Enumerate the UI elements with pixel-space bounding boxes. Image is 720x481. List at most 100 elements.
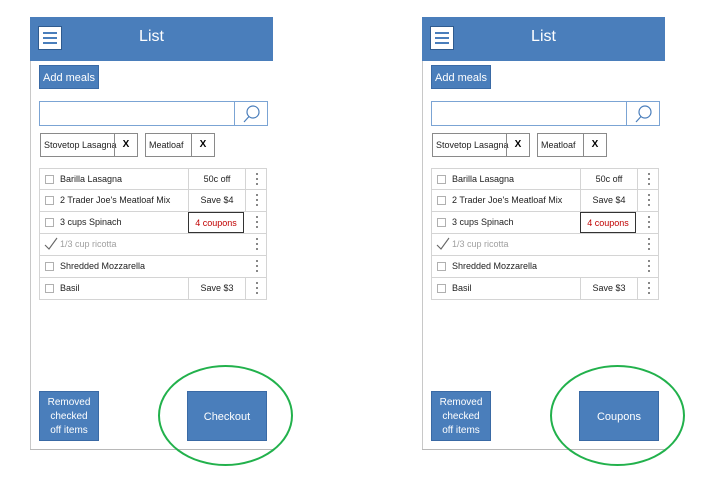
item-checkbox[interactable] bbox=[45, 284, 54, 293]
more-vertical-icon[interactable] bbox=[256, 282, 259, 297]
list-item: 1/3 cup ricotta bbox=[39, 234, 267, 256]
search-icon bbox=[243, 105, 260, 123]
mockup-screen-checkout: List Add meals Stovetop Lasagna X Meatlo… bbox=[30, 0, 293, 466]
item-name: Shredded Mozzarella bbox=[452, 261, 538, 271]
item-name: Basil bbox=[60, 283, 80, 293]
coupons-link[interactable]: 4 coupons bbox=[580, 212, 636, 233]
list-item: 3 cups Spinach 4 coupons bbox=[39, 212, 267, 234]
meal-chip-label: Meatloaf bbox=[149, 140, 184, 150]
page-title: List bbox=[139, 28, 164, 45]
shopping-list: Barilla Lasagna 50c off 2 Trader Joe's M… bbox=[39, 168, 267, 300]
more-vertical-icon[interactable] bbox=[648, 173, 651, 188]
list-item: 2 Trader Joe's Meatloaf Mix Save $4 bbox=[39, 190, 267, 212]
item-checkbox[interactable] bbox=[45, 218, 54, 227]
item-name: Barilla Lasagna bbox=[60, 174, 123, 184]
more-vertical-icon[interactable] bbox=[256, 216, 259, 231]
list-item: Shredded Mozzarella bbox=[431, 256, 659, 278]
item-deal: Save $3 bbox=[580, 278, 638, 299]
button-label-line: Removed bbox=[439, 397, 483, 408]
search-input[interactable] bbox=[434, 104, 628, 125]
more-vertical-icon[interactable] bbox=[648, 216, 651, 231]
remove-checked-items-button[interactable]: Removed checked off items bbox=[431, 391, 491, 441]
search-bar bbox=[431, 101, 660, 126]
app-header: List bbox=[30, 17, 273, 61]
search-bar bbox=[39, 101, 268, 126]
item-name: 2 Trader Joe's Meatloaf Mix bbox=[452, 195, 563, 205]
search-button[interactable] bbox=[234, 102, 267, 125]
item-checkbox[interactable] bbox=[437, 218, 446, 227]
item-checkbox[interactable] bbox=[44, 237, 58, 250]
coupons-link[interactable]: 4 coupons bbox=[188, 212, 244, 233]
item-name: Basil bbox=[452, 283, 472, 293]
meal-chip: Meatloaf X bbox=[537, 133, 607, 157]
item-name: 3 cups Spinach bbox=[60, 217, 122, 227]
page-title: List bbox=[531, 28, 556, 45]
item-deal: Save $4 bbox=[188, 190, 246, 211]
mockup-screen-coupons: List Add meals Stovetop Lasagna X Meatlo… bbox=[422, 0, 685, 466]
item-checkbox[interactable] bbox=[437, 175, 446, 184]
search-icon bbox=[635, 105, 652, 123]
list-item: Basil Save $3 bbox=[431, 278, 659, 300]
item-checkbox[interactable] bbox=[436, 237, 450, 250]
checkout-button[interactable]: Checkout bbox=[187, 391, 267, 441]
meal-chip-label: Stovetop Lasagna bbox=[44, 140, 117, 150]
more-vertical-icon[interactable] bbox=[256, 238, 259, 253]
list-item: 3 cups Spinach 4 coupons bbox=[431, 212, 659, 234]
meal-chip: Stovetop Lasagna X bbox=[432, 133, 530, 157]
more-vertical-icon[interactable] bbox=[648, 194, 651, 209]
button-label-line: off items bbox=[442, 425, 480, 436]
list-item: Shredded Mozzarella bbox=[39, 256, 267, 278]
app-header: List bbox=[422, 17, 665, 61]
more-vertical-icon[interactable] bbox=[256, 194, 259, 209]
close-icon[interactable]: X bbox=[191, 134, 214, 156]
button-label-line: Removed bbox=[47, 397, 91, 408]
item-name: 1/3 cup ricotta bbox=[60, 239, 117, 249]
item-checkbox[interactable] bbox=[437, 196, 446, 205]
item-checkbox[interactable] bbox=[45, 175, 54, 184]
meal-chip: Meatloaf X bbox=[145, 133, 215, 157]
meal-chip: Stovetop Lasagna X bbox=[40, 133, 138, 157]
item-checkbox[interactable] bbox=[45, 262, 54, 271]
item-checkbox[interactable] bbox=[437, 262, 446, 271]
more-vertical-icon[interactable] bbox=[648, 282, 651, 297]
item-name: Barilla Lasagna bbox=[452, 174, 515, 184]
item-name: 3 cups Spinach bbox=[452, 217, 514, 227]
button-label-line: checked bbox=[50, 411, 88, 422]
screen-border bbox=[422, 17, 423, 449]
item-deal: 50c off bbox=[188, 169, 246, 190]
search-button[interactable] bbox=[626, 102, 659, 125]
item-checkbox[interactable] bbox=[45, 196, 54, 205]
item-deal: 50c off bbox=[580, 169, 638, 190]
item-name: 2 Trader Joe's Meatloaf Mix bbox=[60, 195, 171, 205]
meal-chip-label: Meatloaf bbox=[541, 140, 576, 150]
more-vertical-icon[interactable] bbox=[256, 173, 259, 188]
more-vertical-icon[interactable] bbox=[648, 238, 651, 253]
search-input[interactable] bbox=[42, 104, 236, 125]
button-label-line: off items bbox=[50, 425, 88, 436]
coupons-button[interactable]: Coupons bbox=[579, 391, 659, 441]
meal-chip-label: Stovetop Lasagna bbox=[436, 140, 509, 150]
button-label-line: checked bbox=[442, 411, 480, 422]
item-name: Shredded Mozzarella bbox=[60, 261, 146, 271]
item-checkbox[interactable] bbox=[437, 284, 446, 293]
checkmark-icon bbox=[436, 237, 450, 250]
list-item: 2 Trader Joe's Meatloaf Mix Save $4 bbox=[431, 190, 659, 212]
more-vertical-icon[interactable] bbox=[648, 260, 651, 275]
list-item: Barilla Lasagna 50c off bbox=[39, 168, 267, 190]
close-icon[interactable]: X bbox=[114, 134, 137, 156]
remove-checked-items-button[interactable]: Removed checked off items bbox=[39, 391, 99, 441]
add-meals-button[interactable]: Add meals bbox=[431, 65, 491, 89]
list-item: 1/3 cup ricotta bbox=[431, 234, 659, 256]
add-meals-button[interactable]: Add meals bbox=[39, 65, 99, 89]
list-item: Barilla Lasagna 50c off bbox=[431, 168, 659, 190]
item-name: 1/3 cup ricotta bbox=[452, 239, 509, 249]
checkmark-icon bbox=[44, 237, 58, 250]
item-deal: Save $3 bbox=[188, 278, 246, 299]
screen-border bbox=[30, 17, 31, 449]
close-icon[interactable]: X bbox=[506, 134, 529, 156]
close-icon[interactable]: X bbox=[583, 134, 606, 156]
shopping-list: Barilla Lasagna 50c off 2 Trader Joe's M… bbox=[431, 168, 659, 300]
more-vertical-icon[interactable] bbox=[256, 260, 259, 275]
item-deal: Save $4 bbox=[580, 190, 638, 211]
list-item: Basil Save $3 bbox=[39, 278, 267, 300]
